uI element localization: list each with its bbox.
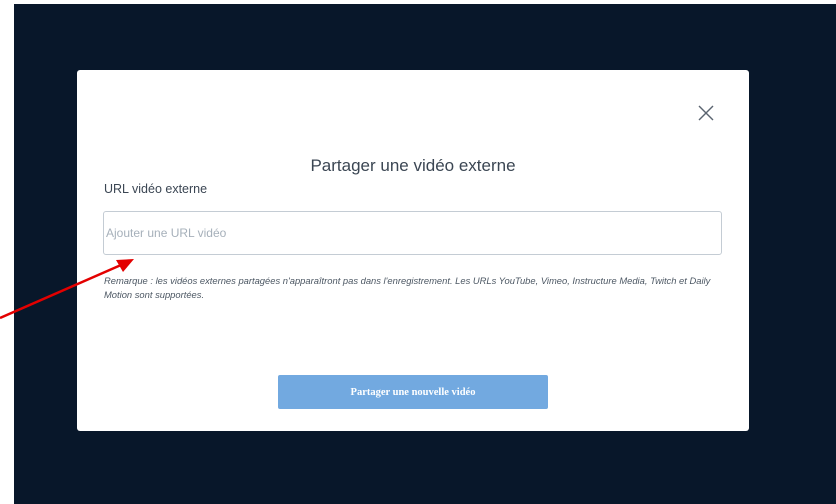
close-icon (698, 105, 714, 121)
share-external-video-dialog: Partager une vidéo externe URL vidéo ext… (77, 70, 749, 431)
dialog-title: Partager une vidéo externe (310, 156, 516, 175)
share-new-video-button[interactable]: Partager une nouvelle vidéo (278, 375, 548, 409)
close-button[interactable] (696, 103, 716, 123)
supported-urls-note: Remarque : les vidéos externes partagées… (104, 275, 711, 300)
url-field-label: URL vidéo externe (104, 182, 208, 196)
screenshot-stage: Partager une vidéo externe URL vidéo ext… (0, 0, 836, 504)
video-url-input[interactable] (103, 211, 722, 255)
